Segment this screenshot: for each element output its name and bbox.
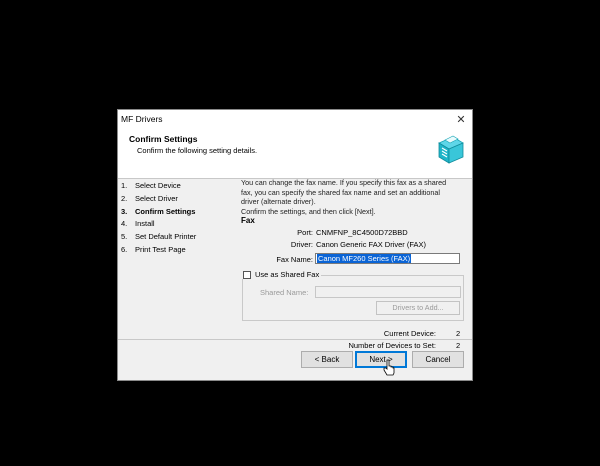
cancel-button[interactable]: Cancel [412, 351, 464, 368]
shared-fax-label[interactable]: Use as Shared Fax [255, 270, 319, 279]
mouse-pointer-icon [383, 359, 395, 376]
fax-name-input[interactable]: Canon MF260 Series (FAX) [315, 253, 460, 264]
step-print-test-page: 6. Print Test Page [121, 244, 186, 254]
step-confirm-settings: 3. Confirm Settings [121, 206, 196, 216]
instructions-text: You can change the fax name. If you spec… [241, 178, 447, 216]
window-title: MF Drivers [121, 114, 163, 124]
wizard-header: Confirm Settings Confirm the following s… [118, 130, 472, 179]
fax-name-label: Fax Name: [276, 255, 313, 264]
page-title: Confirm Settings [129, 134, 198, 144]
port-value: CNMFNP_8C4500D72BBD [316, 228, 408, 237]
shared-fax-checkbox[interactable] [243, 270, 251, 279]
wizard-footer: < Back Next > Cancel [118, 339, 472, 380]
shared-name-input[interactable] [315, 286, 461, 298]
close-icon[interactable]: ✕ [452, 111, 470, 129]
shared-fax-legend[interactable]: Use as Shared Fax [241, 270, 322, 279]
driver-value: Canon Generic FAX Driver (FAX) [316, 240, 427, 249]
step-select-device: 1. Select Device [121, 181, 181, 190]
wizard-steps: 1. Select Device 2. Select Driver 3. Confir… [121, 180, 233, 257]
step-select-driver: 2. Select Driver [121, 193, 178, 203]
mf-drivers-dialog: MF Drivers ✕ Confirm Settings Confirm th… [117, 109, 473, 381]
page-subtitle: Confirm the following setting details. [137, 146, 258, 155]
step-set-default-printer: 5. Set Default Printer [121, 232, 197, 242]
title-bar: MF Drivers ✕ [118, 110, 472, 130]
fax-section-title: Fax [241, 216, 255, 225]
port-label: Port: [297, 228, 313, 237]
driver-label: Driver: [290, 240, 313, 249]
current-device-value: 2 [456, 329, 461, 338]
current-device-label: Current Device: [383, 329, 436, 338]
drivers-to-add-button[interactable]: Drivers to Add... [376, 301, 460, 315]
settings-panel: You can change the fax name. If you spec… [238, 178, 468, 350]
fax-name-value[interactable]: Canon MF260 Series (FAX) [317, 254, 412, 263]
shared-name-label: Shared Name: [260, 288, 309, 297]
next-button[interactable]: Next > [355, 351, 407, 368]
step-install: 4. Install [121, 219, 155, 229]
back-button[interactable]: < Back [301, 351, 353, 368]
printer-icon [438, 135, 464, 164]
